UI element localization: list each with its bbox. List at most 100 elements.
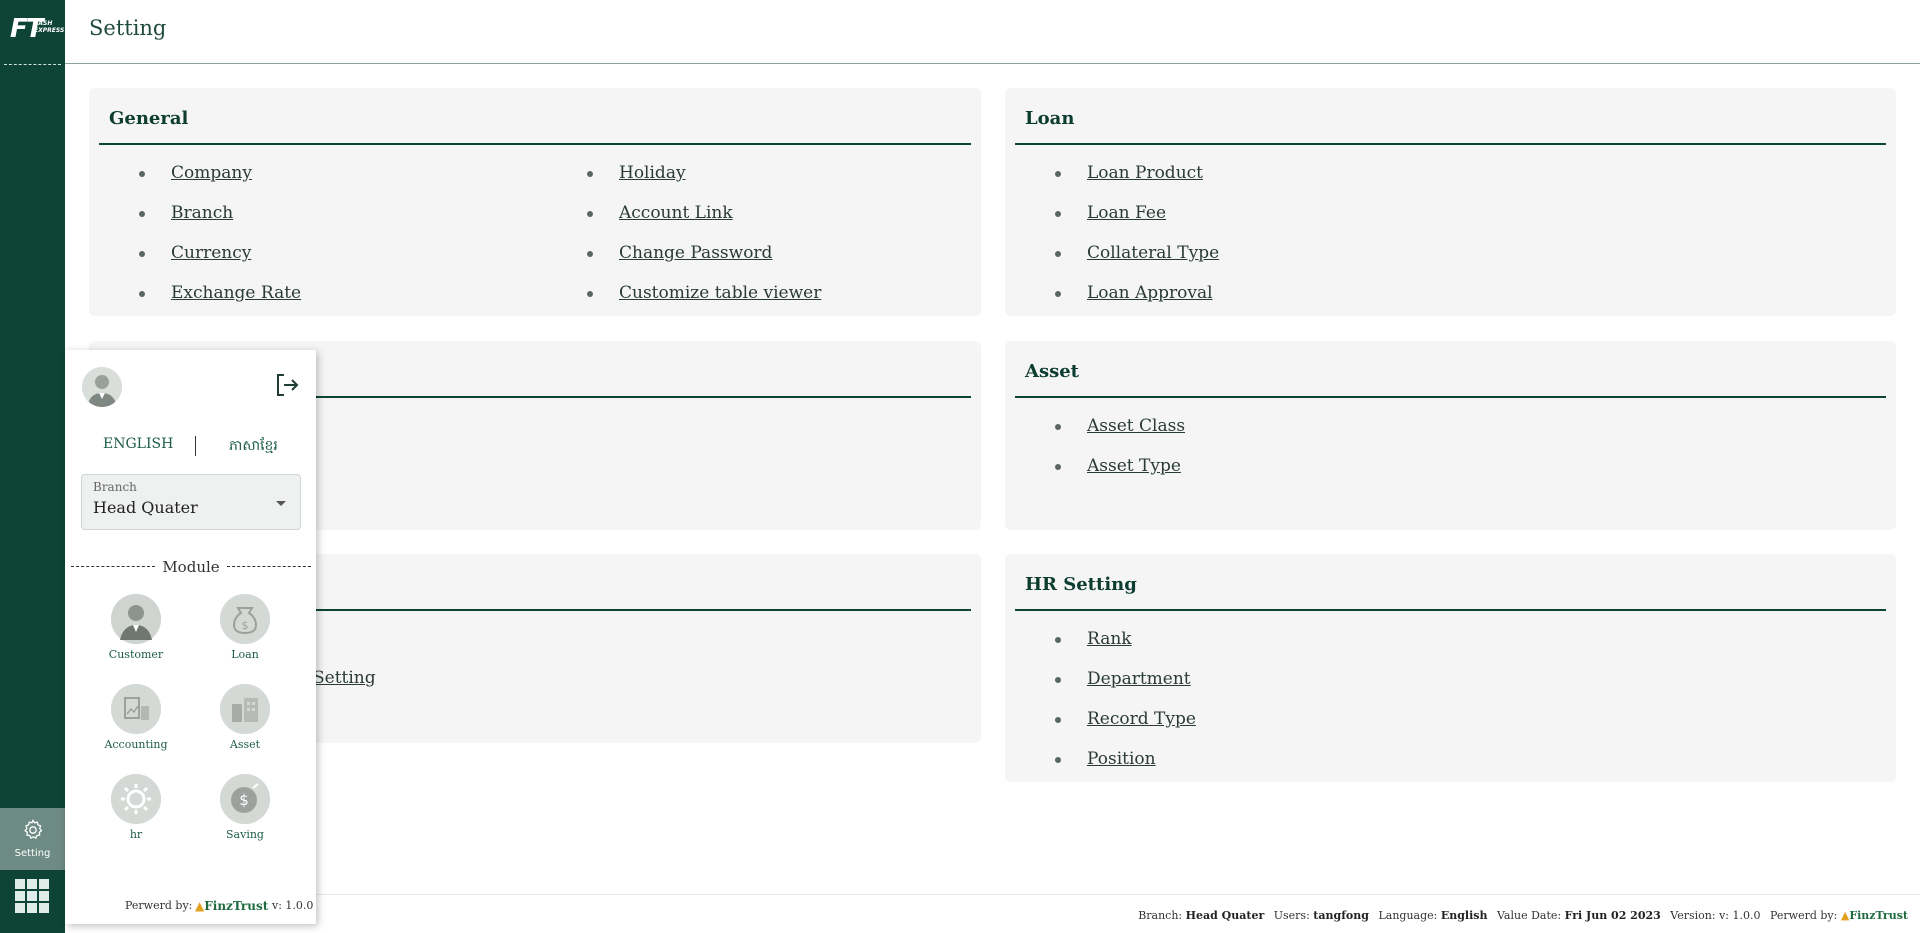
top-bar: Setting [65, 0, 1920, 64]
card-loan: Loan Loan Product Loan Fee Collateral Ty… [1005, 88, 1896, 316]
footer-version-label: Version: [1670, 909, 1716, 922]
list-item[interactable]: Loan Product [1055, 162, 1219, 202]
logo-subtext: CASH EXPRESS [34, 20, 65, 34]
footer-language-value: English [1440, 909, 1488, 922]
link-branch[interactable]: Branch [171, 203, 233, 223]
branch-select-value: Head Quater [93, 498, 198, 517]
list-item[interactable]: Record Type [1055, 708, 1196, 748]
apps-grid-icon[interactable] [15, 879, 49, 913]
branch-select[interactable]: Branch Head Quater [81, 474, 301, 530]
page-title: Setting [89, 16, 167, 40]
hr-list: Rank Department Record Type Position [1055, 628, 1196, 788]
link-asset-type[interactable]: Asset Type [1087, 456, 1181, 476]
list-item[interactable]: Holiday [587, 162, 821, 202]
customer-icon [111, 594, 161, 644]
list-item[interactable]: Asset Class [1055, 415, 1185, 455]
link-hidden-setting[interactable]: Setting [313, 668, 376, 688]
svg-text:$: $ [242, 619, 249, 632]
avatar[interactable] [82, 367, 122, 407]
list-item[interactable]: Account Link [587, 202, 821, 242]
list-item[interactable]: Collateral Type [1055, 242, 1219, 282]
list-item[interactable]: Asset Type [1055, 455, 1185, 495]
link-change-password[interactable]: Change Password [619, 243, 772, 263]
footer-users-value: tangfong [1313, 909, 1369, 922]
svg-text:$: $ [239, 791, 249, 809]
card-divider [1015, 143, 1886, 145]
link-customize-table-viewer[interactable]: Customize table viewer [619, 283, 821, 303]
link-position[interactable]: Position [1087, 749, 1156, 769]
general-list-col1: Company Branch Currency Exchange Rate [139, 162, 301, 322]
link-loan-approval[interactable]: Loan Approval [1087, 283, 1213, 303]
link-rank[interactable]: Rank [1087, 629, 1132, 649]
link-company[interactable]: Company [171, 163, 252, 183]
module-label: hr [129, 828, 143, 841]
accounting-icon [111, 684, 161, 734]
footer-branch-value: Head Quater [1185, 909, 1265, 922]
module-label: Accounting [104, 738, 168, 751]
link-record-type[interactable]: Record Type [1087, 709, 1196, 729]
link-currency[interactable]: Currency [171, 243, 251, 263]
list-item[interactable]: Change Password [587, 242, 821, 282]
language-divider [195, 436, 196, 456]
saving-icon: $ [220, 774, 270, 824]
status-footer: Branch: Head Quater Users: tangfong Lang… [65, 894, 1920, 933]
list-item[interactable]: Exchange Rate [139, 282, 301, 322]
footer-date-value: Fri Jun 02 2023 [1564, 909, 1661, 922]
list-item[interactable]: Customize table viewer [587, 282, 821, 322]
link-exchange-rate[interactable]: Exchange Rate [171, 283, 301, 303]
card-hr: HR Setting Rank Department Record Type P… [1005, 554, 1896, 782]
app-logo[interactable]: FT CASH EXPRESS [8, 10, 64, 50]
card-loan-title: Loan [1025, 108, 1075, 129]
link-collateral-type[interactable]: Collateral Type [1087, 243, 1219, 263]
footer-version-value: v: 1.0.0 [1719, 909, 1761, 922]
list-item[interactable]: Position [1055, 748, 1196, 788]
list-item[interactable]: Loan Fee [1055, 202, 1219, 242]
branch-select-label: Branch [93, 480, 137, 494]
asset-list: Asset Class Asset Type [1055, 415, 1185, 495]
gear-icon [23, 819, 42, 840]
list-item[interactable]: Branch [139, 202, 301, 242]
link-loan-product[interactable]: Loan Product [1087, 163, 1203, 183]
module-label: Customer [108, 648, 164, 661]
link-account-link[interactable]: Account Link [619, 203, 733, 223]
module-title: Module [156, 558, 226, 576]
module-label: Saving [226, 828, 264, 841]
module-asset[interactable]: Asset [200, 684, 290, 751]
card-asset: Asset Asset Class Asset Type [1005, 341, 1896, 530]
list-item[interactable]: Currency [139, 242, 301, 282]
list-item[interactable]: Company [139, 162, 301, 202]
link-department[interactable]: Department [1087, 669, 1191, 689]
card-asset-title: Asset [1025, 361, 1079, 382]
footer-powered-by: Perwerd by: [1769, 909, 1838, 922]
rail-setting-button[interactable]: Setting [0, 808, 65, 870]
popup-brand: ▲FinzTrust [195, 899, 268, 913]
popup-brand-name: FinzTrust [204, 899, 269, 913]
module-accounting[interactable]: Accounting [91, 684, 181, 751]
card-divider [1015, 609, 1886, 611]
list-item[interactable]: Rank [1055, 628, 1196, 668]
module-saving[interactable]: $ Saving [200, 774, 290, 841]
footer-info: Branch: Head Quater Users: tangfong Lang… [1138, 909, 1908, 922]
list-item[interactable]: Loan Approval [1055, 282, 1219, 322]
card-divider [1015, 396, 1886, 398]
module-hr[interactable]: hr [91, 774, 181, 841]
footer-brand: ▲FinzTrust [1841, 909, 1908, 922]
list-item[interactable]: Department [1055, 668, 1196, 708]
language-khmer[interactable]: ភាសាខ្មែរ [229, 436, 278, 457]
left-rail: FT CASH EXPRESS Setting [0, 0, 65, 933]
general-list-col2: Holiday Account Link Change Password Cus… [587, 162, 821, 322]
popup-powered-by: Perwerd by: [125, 899, 193, 912]
logout-icon[interactable] [273, 371, 301, 403]
link-loan-fee[interactable]: Loan Fee [1087, 203, 1166, 223]
user-menu-popup: ENGLISH ភាសាខ្មែរ Branch Head Quater Mod… [65, 350, 316, 924]
rail-setting-label: Setting [14, 848, 51, 859]
module-loan[interactable]: $ Loan [200, 594, 290, 661]
link-asset-class[interactable]: Asset Class [1087, 416, 1185, 436]
module-customer[interactable]: Customer [91, 594, 181, 661]
footer-branch-label: Branch: [1138, 909, 1183, 922]
card-divider [99, 143, 971, 145]
card-general: General Company Branch Currency Exchange… [89, 88, 981, 316]
chevron-down-icon [276, 501, 286, 506]
language-english[interactable]: ENGLISH [103, 436, 173, 452]
link-holiday[interactable]: Holiday [619, 163, 686, 183]
